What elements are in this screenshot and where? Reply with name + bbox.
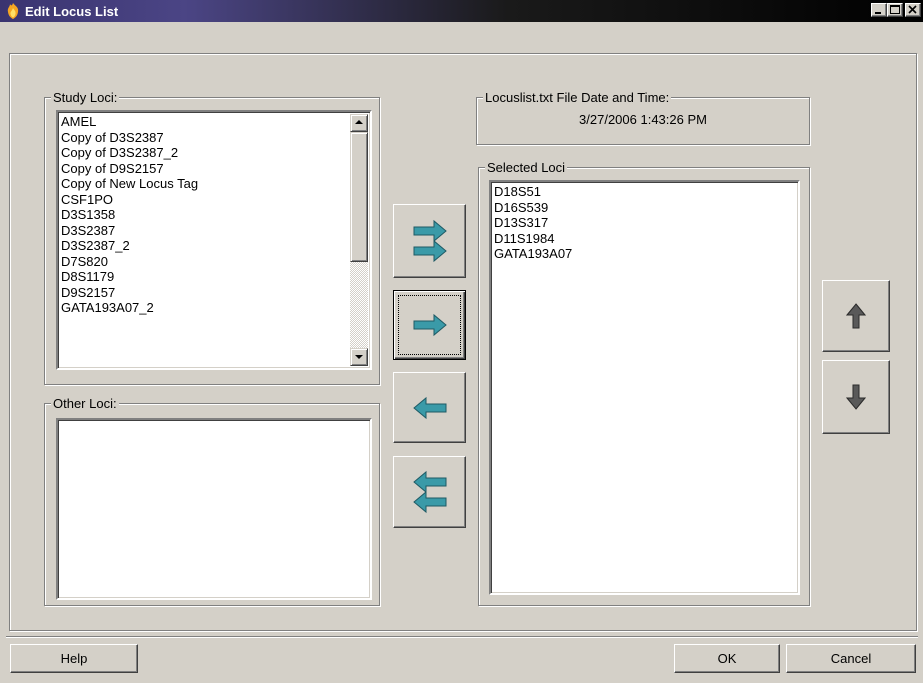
list-item[interactable]: D3S2387 bbox=[61, 223, 367, 239]
list-item[interactable]: GATA193A07_2 bbox=[61, 300, 367, 316]
list-item[interactable]: D11S1984 bbox=[494, 231, 795, 247]
study-loci-items: AMEL Copy of D3S2387 Copy of D3S2387_2 Copy… bbox=[58, 112, 370, 318]
cancel-button-label: Cancel bbox=[830, 651, 872, 666]
scroll-up-button[interactable] bbox=[350, 114, 368, 132]
focus-ring bbox=[398, 295, 461, 355]
footer-divider bbox=[6, 636, 918, 638]
list-item[interactable]: D7S820 bbox=[61, 254, 367, 270]
study-loci-label: Study Loci: bbox=[51, 90, 120, 105]
double-right-arrow-icon bbox=[413, 219, 447, 263]
close-icon[interactable] bbox=[905, 3, 921, 17]
file-info-label: Locuslist.txt File Date and Time: bbox=[483, 90, 672, 105]
file-date-time: 3/27/2006 1:43:26 PM bbox=[579, 112, 707, 127]
list-item[interactable]: D8S1179 bbox=[61, 269, 367, 285]
list-item[interactable]: D3S1358 bbox=[61, 207, 367, 223]
list-item[interactable]: Copy of New Locus Tag bbox=[61, 176, 367, 192]
list-item[interactable]: CSF1PO bbox=[61, 192, 367, 208]
scroll-thumb[interactable] bbox=[350, 132, 368, 262]
list-item[interactable]: AMEL bbox=[61, 114, 367, 130]
maximize-icon[interactable] bbox=[887, 3, 903, 17]
window-title: Edit Locus List bbox=[25, 3, 119, 19]
selected-loci-list[interactable]: D18S51 D16S539 D13S317 D11S1984 GATA193A07 bbox=[489, 180, 800, 595]
cancel-button[interactable]: Cancel bbox=[786, 644, 916, 673]
list-item[interactable]: D16S539 bbox=[494, 200, 795, 216]
add-all-button[interactable] bbox=[393, 204, 466, 278]
help-button[interactable]: Help bbox=[10, 644, 138, 673]
other-loci-label: Other Loci: bbox=[51, 396, 119, 411]
study-loci-list[interactable]: AMEL Copy of D3S2387 Copy of D3S2387_2 Copy… bbox=[56, 110, 372, 370]
scroll-up-icon bbox=[355, 120, 363, 124]
list-item[interactable]: GATA193A07 bbox=[494, 246, 795, 262]
selected-loci-items: D18S51 D16S539 D13S317 D11S1984 GATA193A07 bbox=[491, 182, 798, 264]
left-arrow-icon bbox=[412, 396, 446, 419]
list-item[interactable]: D3S2387_2 bbox=[61, 238, 367, 254]
other-loci-list[interactable] bbox=[56, 418, 372, 600]
minimize-icon[interactable] bbox=[871, 3, 887, 17]
list-item[interactable]: Copy of D3S2387_2 bbox=[61, 145, 367, 161]
down-arrow-icon bbox=[846, 384, 866, 410]
up-arrow-icon bbox=[846, 303, 866, 329]
study-loci-scrollbar[interactable] bbox=[350, 114, 368, 366]
scroll-down-icon bbox=[355, 355, 363, 359]
list-item[interactable]: D13S317 bbox=[494, 215, 795, 231]
list-item[interactable]: Copy of D3S2387 bbox=[61, 130, 367, 146]
other-loci-items bbox=[58, 420, 370, 424]
remove-all-button[interactable] bbox=[393, 456, 466, 528]
flame-icon bbox=[7, 3, 19, 19]
list-item[interactable]: Copy of D9S2157 bbox=[61, 161, 367, 177]
title-bar[interactable]: Edit Locus List bbox=[0, 0, 923, 22]
move-down-button[interactable] bbox=[822, 360, 890, 434]
list-item[interactable]: D9S2157 bbox=[61, 285, 367, 301]
scroll-down-button[interactable] bbox=[350, 348, 368, 366]
remove-one-button[interactable] bbox=[393, 372, 466, 443]
ok-button-label: OK bbox=[717, 651, 737, 666]
double-left-arrow-icon bbox=[412, 470, 446, 514]
move-up-button[interactable] bbox=[822, 280, 890, 352]
ok-button[interactable]: OK bbox=[674, 644, 780, 673]
add-one-button[interactable] bbox=[393, 290, 466, 360]
selected-loci-label: Selected Loci bbox=[485, 160, 568, 175]
list-item[interactable]: D18S51 bbox=[494, 184, 795, 200]
help-button-label: Help bbox=[60, 651, 88, 666]
